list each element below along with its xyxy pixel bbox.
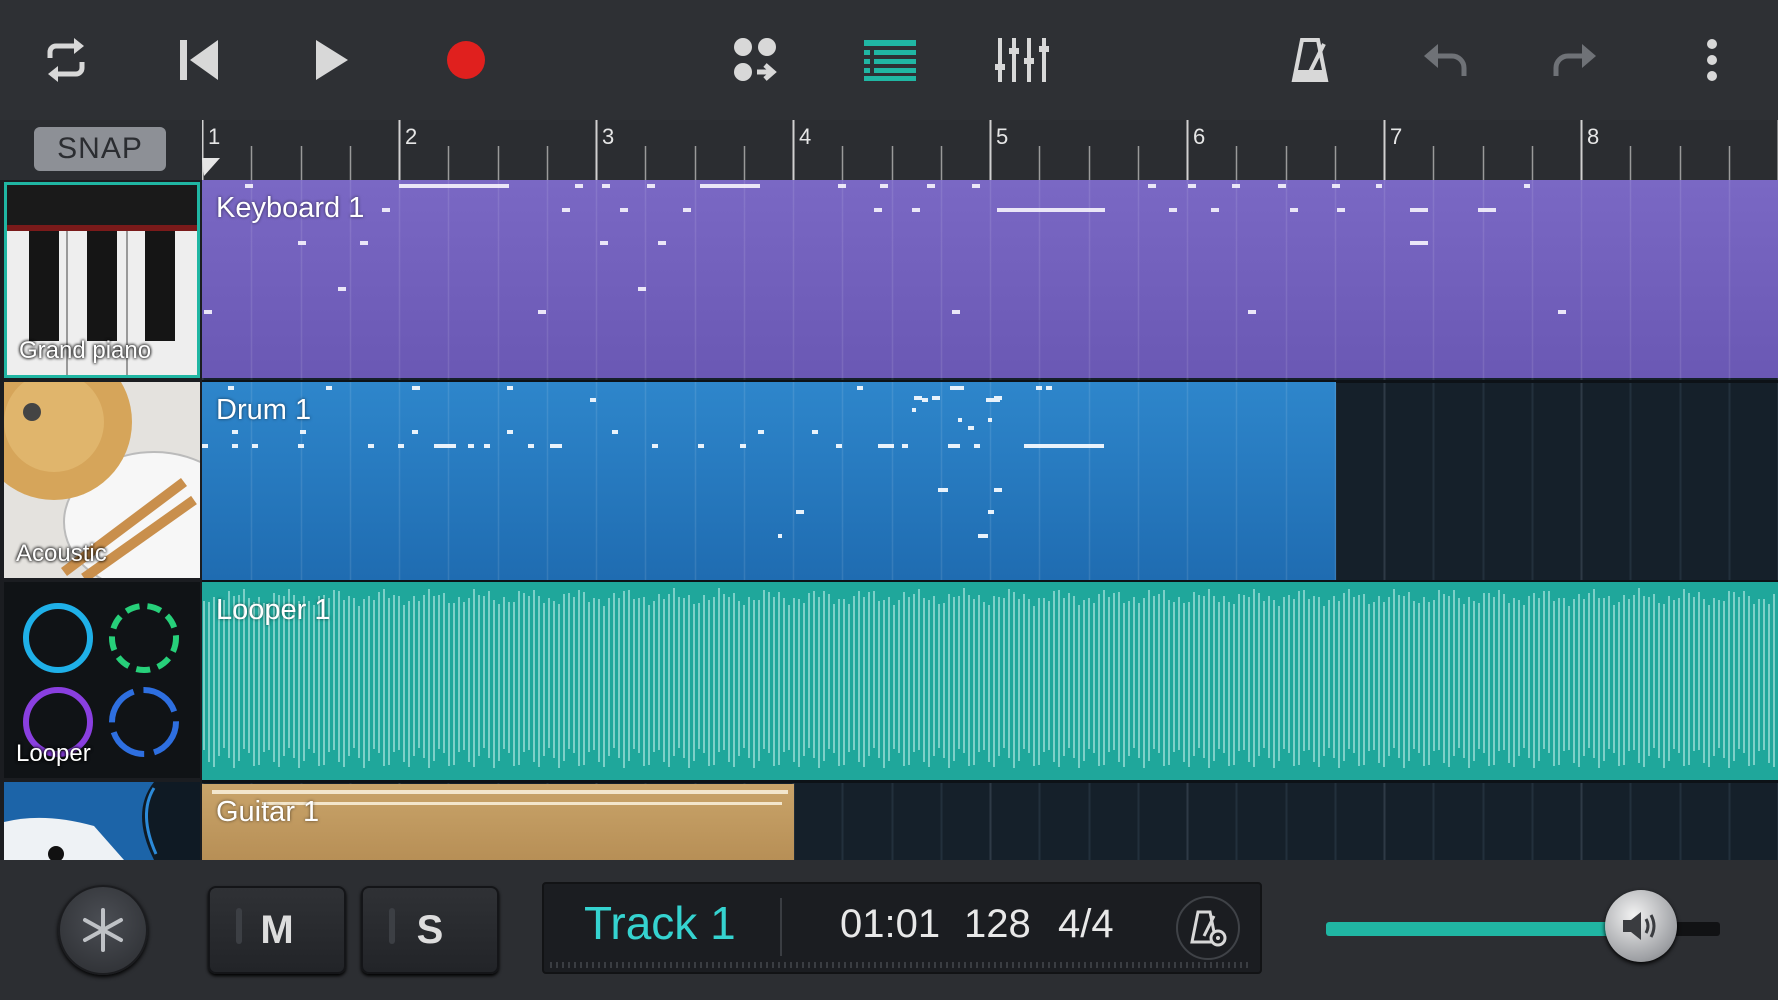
pads-button[interactable] bbox=[726, 30, 786, 90]
speaker-icon bbox=[1623, 912, 1656, 940]
solo-button[interactable]: S bbox=[361, 886, 499, 974]
audio-waveform bbox=[203, 588, 1775, 768]
loop-icon bbox=[47, 38, 85, 82]
region-label: Looper 1 bbox=[216, 594, 331, 626]
more-icon bbox=[1707, 39, 1717, 81]
skip-back-icon bbox=[180, 40, 218, 80]
mute-indicator bbox=[236, 908, 242, 944]
bar-number: 6 bbox=[1193, 124, 1206, 149]
mute-button[interactable]: M bbox=[208, 886, 346, 974]
solo-indicator bbox=[389, 908, 395, 944]
play-icon bbox=[316, 40, 348, 80]
region-guitar[interactable]: Guitar 1 bbox=[202, 784, 794, 860]
record-button[interactable] bbox=[436, 30, 496, 90]
track-header-label: Grand piano bbox=[19, 337, 152, 364]
loop-button[interactable] bbox=[36, 30, 96, 90]
time-signature[interactable]: 4/4 bbox=[1058, 902, 1114, 947]
redo-button[interactable] bbox=[1546, 30, 1606, 90]
snap-button[interactable]: SNAP bbox=[34, 127, 166, 171]
snowflake-icon bbox=[83, 908, 123, 952]
track-list-icon bbox=[864, 40, 916, 81]
mixer-icon bbox=[995, 38, 1049, 82]
playhead-marker[interactable] bbox=[202, 158, 220, 176]
song-position[interactable]: 01:01 bbox=[840, 902, 940, 947]
region-drum[interactable]: Drum 1 bbox=[202, 382, 1336, 580]
metronome-settings-button[interactable] bbox=[1176, 896, 1240, 960]
track-header-guitar[interactable] bbox=[4, 782, 200, 860]
track-list-button[interactable] bbox=[860, 30, 920, 90]
track-headers: Grand piano Acoustic Looper bbox=[0, 180, 202, 860]
bar-number: 7 bbox=[1390, 124, 1403, 149]
display-divider bbox=[780, 898, 782, 956]
redo-icon bbox=[1553, 44, 1596, 76]
more-options-button[interactable] bbox=[1682, 30, 1742, 90]
skip-back-button[interactable] bbox=[170, 30, 230, 90]
metronome-button[interactable] bbox=[1280, 30, 1340, 90]
volume-knob[interactable] bbox=[1605, 890, 1678, 962]
play-button[interactable] bbox=[302, 30, 362, 90]
bar-number: 4 bbox=[799, 124, 812, 149]
ruler-row: SNAP 1 2 3 4 5 6 7 8 bbox=[0, 120, 1778, 180]
track-header-keyboard[interactable]: Grand piano bbox=[4, 182, 200, 378]
undo-icon bbox=[1424, 44, 1467, 76]
display-progress-dots bbox=[550, 962, 1250, 968]
mixer-button[interactable] bbox=[992, 30, 1052, 90]
bar-number: 5 bbox=[996, 124, 1009, 149]
metronome-icon bbox=[1291, 38, 1329, 82]
pads-icon bbox=[734, 38, 777, 81]
ruler-ticks bbox=[202, 120, 1778, 180]
track-name[interactable]: Track 1 bbox=[584, 896, 736, 950]
top-toolbar bbox=[0, 0, 1778, 120]
bar-number: 3 bbox=[602, 124, 615, 149]
midi-notes bbox=[204, 180, 1731, 378]
track-header-drum[interactable]: Acoustic bbox=[4, 382, 200, 578]
undo-button[interactable] bbox=[1414, 30, 1474, 90]
solo-label: S bbox=[416, 907, 444, 952]
record-icon bbox=[447, 41, 485, 79]
bar-number: 1 bbox=[208, 124, 221, 149]
volume-fill bbox=[1326, 922, 1642, 936]
region-looper[interactable]: Looper 1 bbox=[202, 582, 1778, 780]
track-header-label: Looper bbox=[16, 740, 91, 767]
timeline-ruler[interactable]: 1 2 3 4 5 6 7 8 bbox=[202, 120, 1778, 180]
arrangement-timeline[interactable]: Keyboard 1 Drum 1 Looper 1 Guitar 1 bbox=[202, 180, 1778, 860]
bar-number: 8 bbox=[1587, 124, 1600, 149]
tempo[interactable]: 128 bbox=[964, 902, 1031, 947]
bar-number: 2 bbox=[405, 124, 418, 149]
freeze-button[interactable] bbox=[58, 885, 148, 975]
guitar-icon bbox=[4, 782, 200, 860]
region-keyboard[interactable]: Keyboard 1 bbox=[202, 180, 1778, 378]
transport-display: Track 1 01:01 128 4/4 bbox=[542, 882, 1262, 974]
region-label: Guitar 1 bbox=[216, 796, 320, 828]
metronome-settings-icon bbox=[1190, 910, 1227, 947]
region-label: Drum 1 bbox=[216, 394, 312, 426]
bottom-transport-bar: M S Track 1 01:01 128 4/4 bbox=[0, 860, 1778, 1000]
midi-notes bbox=[202, 382, 1336, 580]
track-header-looper[interactable]: Looper bbox=[4, 582, 200, 778]
track-header-label: Acoustic bbox=[16, 540, 107, 567]
region-label: Keyboard 1 bbox=[216, 192, 365, 224]
mute-label: M bbox=[260, 907, 294, 952]
